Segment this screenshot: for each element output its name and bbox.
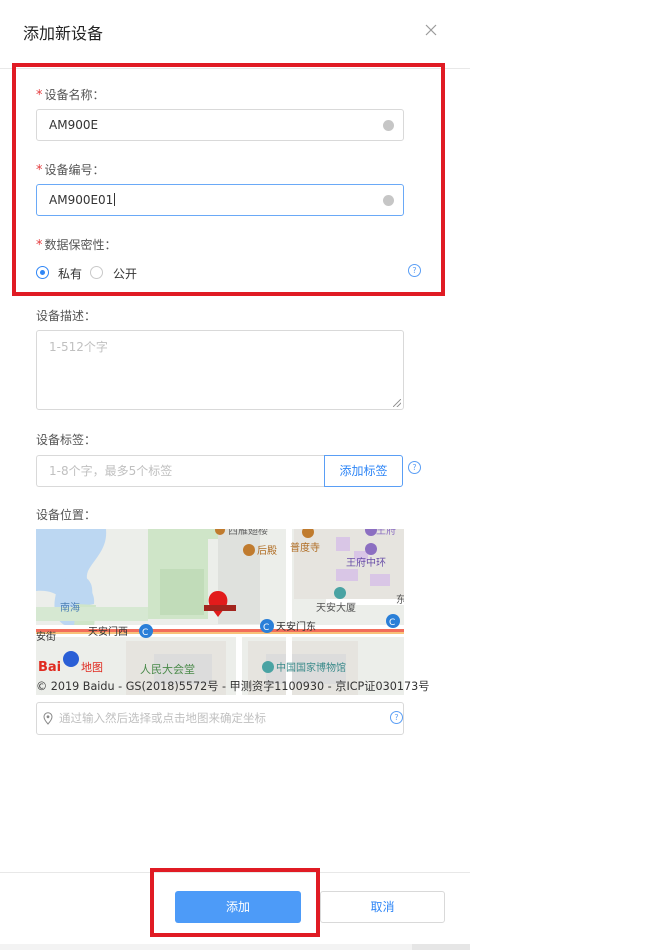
map-label: 南海 [60, 601, 80, 614]
map-label: 王府 [376, 529, 396, 537]
privacy-label: * 数据保密性： [36, 238, 117, 253]
baidu-logo: 地图 [81, 661, 103, 674]
device-name-input[interactable]: AM900E [36, 109, 404, 141]
location-map[interactable]: C C C 西雁翅楼 王府 后殿 普度寺 王府中环 南海 天安大厦 天安门西 天… [36, 529, 404, 695]
clear-icon[interactable] [383, 195, 394, 206]
add-device-dialog: 添加新设备 * 设备名称： AM900E * 设备编号： AM900E01 * 数据保… [0, 0, 470, 950]
map-label: 东 [396, 593, 404, 606]
map-label: 天安门东 [276, 620, 316, 633]
baidu-logo: Bai [38, 660, 61, 675]
svg-text:C: C [389, 618, 395, 628]
radio-public-label[interactable]: 公开 [113, 265, 137, 282]
required-mark: * [36, 88, 43, 103]
location-input[interactable]: 通过输入然后选择或点击地图来确定坐标 ? [36, 702, 404, 735]
resize-handle[interactable] [393, 399, 401, 407]
tags-input[interactable]: 1-8个字，最多5个标签 [36, 455, 325, 487]
required-mark: * [36, 163, 43, 178]
location-pin-icon [43, 712, 53, 725]
map-label: 王府中环 [346, 556, 386, 569]
help-icon[interactable]: ? [390, 711, 403, 724]
map-label: 人民大会堂 [140, 662, 195, 676]
map-label: 安街 [36, 630, 56, 643]
device-number-input[interactable]: AM900E01 [36, 184, 404, 216]
map-label: 天安大厦 [316, 601, 356, 614]
bottom-strip [412, 944, 470, 950]
map-label: 后殿 [257, 545, 277, 557]
dialog-title: 添加新设备 [23, 24, 104, 43]
close-icon[interactable] [422, 21, 440, 39]
map-label: 天安门西 [88, 625, 128, 638]
svg-text:C: C [263, 623, 269, 633]
map-label: 西雁翅楼 [228, 529, 268, 537]
help-icon[interactable]: ? [408, 461, 421, 474]
map-label: 中国国家博物馆 [276, 661, 346, 674]
bottom-strip [0, 944, 470, 950]
add-tag-button[interactable]: 添加标签 [324, 455, 403, 487]
add-button[interactable]: 添加 [175, 891, 301, 923]
clear-icon[interactable] [383, 120, 394, 131]
footer-divider [0, 872, 470, 873]
required-mark: * [36, 238, 43, 253]
description-label: 设备描述： [36, 309, 97, 323]
radio-private-label[interactable]: 私有 [58, 265, 82, 282]
map-label: 普度寺 [290, 541, 320, 554]
map-credit: © 2019 Baidu - GS(2018)5572号 - 甲测资字11009… [36, 680, 430, 693]
help-icon[interactable]: ? [408, 264, 421, 277]
description-textarea[interactable]: 1-512个字 [36, 330, 404, 410]
radio-private[interactable] [36, 266, 49, 279]
map-canvas[interactable]: C C C 西雁翅楼 王府 后殿 普度寺 王府中环 南海 天安大厦 天安门西 天… [36, 529, 404, 695]
radio-public[interactable] [90, 266, 103, 279]
device-number-label: * 设备编号： [36, 163, 105, 178]
svg-text:C: C [142, 628, 148, 638]
device-name-label: * 设备名称： [36, 88, 105, 103]
cancel-button[interactable]: 取消 [320, 891, 445, 923]
tags-label: 设备标签： [36, 433, 97, 447]
header-divider [0, 68, 470, 69]
location-label: 设备位置： [36, 508, 97, 522]
text-cursor [114, 193, 116, 206]
